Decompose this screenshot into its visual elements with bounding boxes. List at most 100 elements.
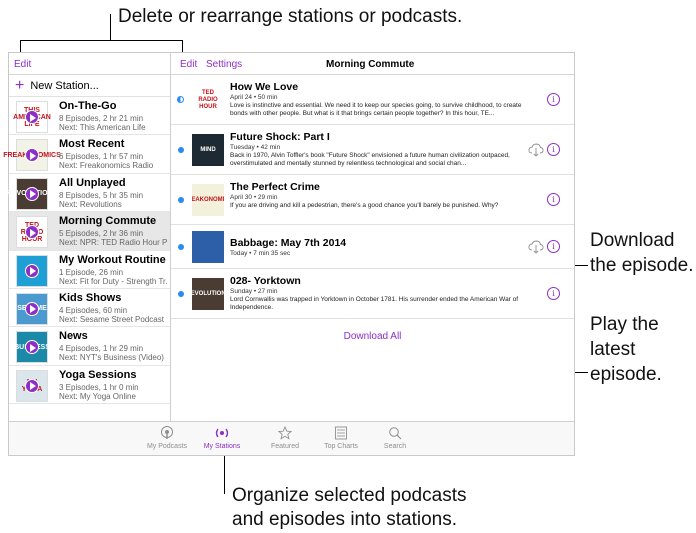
play-icon[interactable] [25,378,39,393]
station-item-all-unplayed[interactable]: REVOLUTIONSAll Unplayed8 Episodes, 5 hr … [7,174,170,213]
episode-date-duration: Today • 7 min 35 sec [230,250,291,257]
callout-download-line2: the episode. [590,255,694,276]
station-artwork: BUSINESS [14,331,50,364]
episode-description: If you are driving and kill a pedestrian… [230,202,499,209]
station-item-news[interactable]: BUSINESS News4 Episodes, 1 hr 29 minNext:… [9,327,170,366]
episode-title: The Perfect Crime [230,181,320,193]
info-icon[interactable]: i [547,287,560,300]
play-icon[interactable] [25,110,39,124]
episode-row-how-we-love[interactable]: TED RADIO HOUR How We Love April 24 • 50 m… [171,75,574,125]
episode-artwork: MIND [192,134,224,166]
plus-icon: + [15,76,25,94]
unplayed-dot-icon [178,244,184,250]
episode-row-babbage[interactable]: Babbage: May 7th 2014 Today • 7 min 35 se… [171,225,574,269]
info-icon[interactable]: i [547,193,560,206]
station-item-my-workout-routine[interactable]: FIT My Workout Routine1 Episode, 26 minNe… [9,251,170,289]
station-next-episode: Next: NPR: TED Radio Hour P... [59,238,167,248]
station-title: Kids Shows [59,291,122,304]
episode-row-future-shock[interactable]: MIND Future Shock: Part I Tuesday • 42 min… [171,125,574,175]
station-list: THIS AMERICAN LIFE On-The-Go 8 Episodes, 2… [3,97,170,405]
new-station-button[interactable]: + New Station... [9,75,170,97]
callout-play-line3: episode. [590,364,662,385]
episode-title: Babbage: May 7th 2014 [230,237,347,249]
station-item-kids-shows[interactable]: SESAME Kids Shows4 Episodes, 60 minNext: … [9,289,170,328]
station-next-episode: Next: Fit for Duty - Strength Tr... [59,276,167,286]
tab-label: My Stations [203,443,241,450]
unplayed-dot-icon [178,147,184,153]
station-detail: Edit Settings Morning Commute TED RADIO … [171,53,574,423]
station-item-most-recent[interactable]: FREAKONOMICSMost Recent6 Episodes, 1 hr … [3,135,170,174]
callout-download-line1: Download [590,230,675,251]
episode-title: How We Love [230,81,299,93]
episode-date-duration: April 24 • 50 min [230,94,278,101]
tab-my-stations[interactable]: My Stations [192,426,252,450]
tab-label: Featured [270,443,300,450]
play-icon[interactable] [25,263,39,278]
station-next-episode: Next: Freakonomics Radio [59,161,154,171]
callout-play-line2: latest [590,339,636,360]
station-item-on-the-go[interactable]: THIS AMERICAN LIFE On-The-Go 8 Episodes, 2… [9,97,170,136]
new-station-label: New Station... [30,79,99,92]
tab-label: Search [383,443,407,450]
callout-stations-line1: Organize selected podcasts [232,485,467,506]
sidebar-edit-button[interactable]: Edit [14,59,31,70]
artwork-label: FREAKONOMICS [192,196,224,203]
station-episode-count: 1 Episode, 26 min [59,267,124,277]
episode-description: Lord Cornwallis was trapped in Yorktown … [230,296,519,311]
episode-row-yorktown[interactable]: REVOLUTIONS 028- YorktownSunday • 27 minL… [171,269,574,319]
tab-search[interactable]: Search [365,426,425,450]
play-icon[interactable] [25,148,39,163]
download-cloud-icon[interactable] [528,240,544,254]
play-icon[interactable] [25,340,39,355]
episode-row-the-perfect-crime[interactable]: FREAKONOMICS The Perfect CrimeApril 30 • … [171,175,574,225]
station-title: On-The-Go [59,100,117,112]
star-icon [255,426,315,440]
callout-play: Play the latest episode. [590,312,662,387]
main-topbar: Edit Settings Morning Commute [171,53,574,75]
station-title: Yoga Sessions [59,368,137,381]
station-item-morning-commute[interactable]: TED RADIO HOUR Morning Commute5 Episodes,… [9,212,170,251]
station-episode-count: 6 Episodes, 1 hr 57 min [59,152,144,162]
main-edit-button[interactable]: Edit [180,59,197,70]
play-icon[interactable] [25,301,39,316]
station-artwork: SESAME [16,292,48,325]
info-icon[interactable]: i [547,93,560,106]
station-artwork: MY YOGA [16,369,48,402]
settings-button[interactable]: Settings [206,59,242,70]
episode-date-duration: April 30 • 29 min [230,194,278,201]
callout-edit: Delete or rearrange stations or podcasts… [118,6,463,27]
partially-played-icon [177,96,184,103]
callout-play-line1: Play the [590,314,659,335]
download-cloud-icon[interactable] [528,143,544,157]
station-next-episode: Next: This American Life [59,123,146,132]
station-artwork: FREAKONOMICS [3,139,61,172]
podcast-icon [137,426,197,440]
station-episode-count: 4 Episodes, 1 hr 29 min [59,344,144,354]
station-title: Most Recent [59,138,125,151]
stations-sidebar: Edit + New Station... THIS AMERICAN LIFE… [3,53,171,423]
episode-artwork [192,231,224,263]
callout-line [110,14,111,40]
tab-label: Top Charts [324,443,358,450]
info-icon[interactable]: i [547,240,560,253]
tab-featured[interactable]: Featured [255,426,315,450]
station-title: Morning Commute [326,59,415,70]
station-next-episode: Next: NYT's Business (Video) [59,353,164,363]
tab-top-charts[interactable]: Top Charts [311,426,371,450]
station-episode-count: 3 Episodes, 1 hr 0 min [59,382,139,392]
station-next-episode: Next: Sesame Street Podcast [59,314,164,324]
search-icon [365,426,425,440]
play-icon[interactable] [25,186,39,201]
info-icon[interactable]: i [547,143,560,156]
tab-my-podcasts[interactable]: My Podcasts [137,426,197,450]
callout-stations: Organize selected podcasts and episodes … [232,484,466,532]
station-artwork: REVOLUTIONS [7,177,57,210]
unplayed-dot-icon [178,197,184,203]
station-item-yoga-sessions[interactable]: MY YOGA Yoga Sessions3 Episodes, 1 hr 0 m… [9,366,170,405]
callout-stations-line2: and episodes into stations. [232,509,457,530]
download-all-button[interactable]: Download All [171,319,574,342]
unplayed-dot-icon [178,291,184,297]
artwork-label: TED RADIO HOUR [198,89,218,110]
station-title: Morning Commute [59,215,157,228]
station-artwork: TED RADIO HOUR [16,216,48,249]
